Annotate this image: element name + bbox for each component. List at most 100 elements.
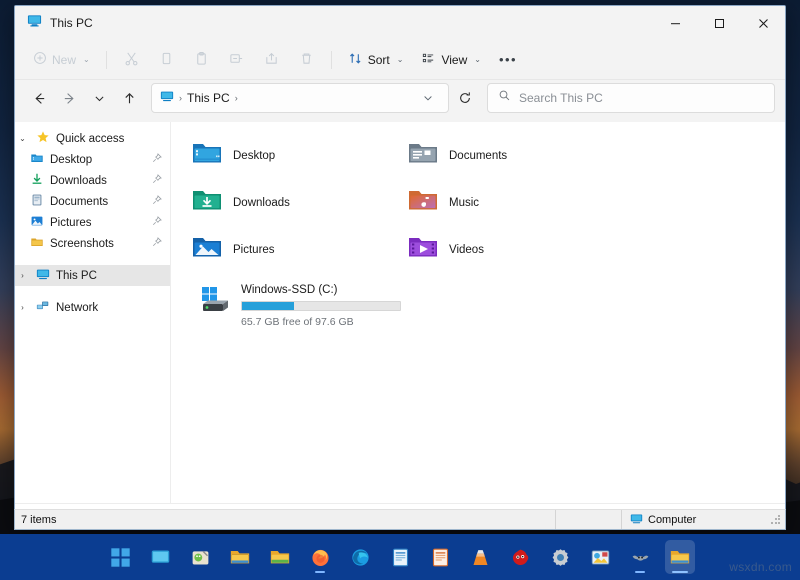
downloads-icon — [30, 172, 44, 189]
sidebar-item-quick-access[interactable]: ⌄ Quick access — [15, 128, 170, 149]
pin-icon[interactable] — [152, 237, 162, 250]
sidebar-spacer — [15, 254, 170, 265]
item-label: Desktop — [233, 150, 275, 162]
clipboard-icon — [194, 51, 209, 69]
taskbar-file-explorer-pinned[interactable] — [225, 540, 255, 574]
sidebar-item-desktop[interactable]: Desktop — [30, 149, 170, 170]
pin-icon[interactable] — [152, 216, 162, 229]
breadcrumb-item-this-pc[interactable]: This PC — [187, 91, 230, 105]
close-button[interactable] — [741, 6, 785, 40]
taskbar-vlc[interactable] — [465, 540, 495, 574]
share-button[interactable] — [255, 46, 288, 74]
documents-icon — [30, 193, 44, 210]
rename-icon — [229, 51, 244, 69]
outer-status-zone: Computer — [622, 512, 770, 528]
drive-label: Windows-SSD (C:) — [241, 284, 401, 296]
pin-icon[interactable] — [152, 153, 162, 166]
sidebar-item-screenshots[interactable]: Screenshots — [30, 233, 170, 254]
pin-icon[interactable] — [152, 195, 162, 208]
pin-icon[interactable] — [152, 174, 162, 187]
sidebar-label: Desktop — [50, 154, 146, 166]
running-indicator — [672, 571, 688, 574]
taskbar-paint[interactable] — [585, 540, 615, 574]
rename-button[interactable] — [220, 46, 253, 74]
address-bar[interactable]: › This PC › — [151, 83, 449, 113]
pictures-folder-icon — [191, 231, 223, 268]
sort-button[interactable]: Sort ⌄ — [340, 46, 412, 74]
cut-button[interactable] — [115, 46, 148, 74]
sidebar-item-pictures[interactable]: Pictures — [30, 212, 170, 233]
taskbar-file-manager[interactable] — [265, 540, 295, 574]
chevron-down-icon: ⌄ — [397, 55, 404, 64]
copy-button[interactable] — [150, 46, 183, 74]
chevron-right-icon[interactable]: › — [15, 303, 30, 312]
forward-button[interactable] — [55, 84, 83, 112]
maximize-button[interactable] — [697, 6, 741, 40]
paste-button[interactable] — [185, 46, 218, 74]
address-dropdown-button[interactable] — [414, 84, 442, 112]
sort-button-label: Sort — [368, 53, 390, 67]
item-videos[interactable]: Videos — [399, 226, 615, 273]
scissors-icon — [124, 51, 139, 69]
plus-circle-icon — [33, 51, 47, 68]
taskbar-writer[interactable] — [385, 540, 415, 574]
chevron-down-icon: ⌄ — [83, 55, 90, 64]
item-downloads[interactable]: Downloads — [183, 179, 399, 226]
search-box[interactable]: Search This PC — [487, 83, 775, 113]
view-button[interactable]: View ⌄ — [413, 46, 489, 74]
taskbar-app-green[interactable] — [185, 540, 215, 574]
drive-free-space: 65.7 GB free of 97.6 GB — [241, 316, 401, 328]
minimize-button[interactable] — [653, 6, 697, 40]
taskbar-app-dark[interactable] — [625, 540, 655, 574]
sidebar-item-this-pc[interactable]: › This PC — [15, 265, 170, 286]
taskbar-calc[interactable] — [425, 540, 455, 574]
more-options-button[interactable]: ••• — [491, 46, 525, 74]
sidebar-item-network[interactable]: › Network — [15, 297, 170, 318]
item-label: Music — [449, 197, 479, 209]
taskbar-settings[interactable] — [545, 540, 575, 574]
item-windows-ssd-c[interactable]: Windows-SSD (C:) 65.7 GB free of 97.6 GB — [191, 279, 406, 332]
running-indicator — [635, 571, 645, 574]
view-button-label: View — [441, 53, 467, 67]
resize-grip[interactable] — [770, 514, 782, 526]
chevron-down-icon[interactable]: ⌄ — [15, 134, 30, 143]
downloads-folder-icon — [191, 184, 223, 221]
item-documents[interactable]: Documents — [399, 132, 615, 179]
sidebar-label: Downloads — [50, 175, 146, 187]
ellipsis-icon: ••• — [499, 52, 517, 67]
search-input[interactable]: Search This PC — [519, 91, 603, 105]
explorer-body: ⌄ Quick access Desktop — [15, 122, 785, 503]
star-icon — [36, 130, 50, 147]
taskbar-start-button[interactable] — [105, 540, 135, 574]
title-bar: This PC — [15, 6, 785, 40]
recent-locations-button[interactable] — [85, 84, 113, 112]
sidebar-item-documents[interactable]: Documents — [30, 191, 170, 212]
taskbar-file-explorer-active[interactable] — [665, 540, 695, 574]
computer-icon — [27, 13, 42, 33]
navigation-bar: › This PC › Search This PC — [15, 80, 785, 122]
outer-status-bar: 7 items Computer — [14, 509, 786, 530]
item-music[interactable]: Music — [399, 179, 615, 226]
navigation-pane: ⌄ Quick access Desktop — [15, 122, 171, 503]
taskbar-gimp[interactable] — [505, 540, 535, 574]
content-pane[interactable]: Desktop Documents — [171, 122, 785, 503]
refresh-button[interactable] — [451, 84, 479, 112]
new-button[interactable]: New ⌄ — [25, 46, 98, 74]
pictures-icon — [30, 214, 44, 231]
delete-button[interactable] — [290, 46, 323, 74]
toolbar-divider-2 — [331, 51, 332, 69]
item-desktop[interactable]: Desktop — [183, 132, 399, 179]
taskbar-firefox[interactable] — [305, 540, 335, 574]
chevron-right-icon[interactable]: › — [15, 271, 30, 280]
item-label: Videos — [449, 244, 484, 256]
music-folder-icon — [407, 184, 439, 221]
breadcrumb-separator-2[interactable]: › — [235, 93, 238, 103]
sidebar-item-downloads[interactable]: Downloads — [30, 170, 170, 191]
taskbar-edge[interactable] — [345, 540, 375, 574]
capacity-bar — [241, 301, 401, 311]
taskbar-task-view-button[interactable] — [145, 540, 175, 574]
back-button[interactable] — [25, 84, 53, 112]
up-button[interactable] — [115, 84, 143, 112]
file-explorer-window: This PC New ⌄ — [14, 5, 786, 528]
item-pictures[interactable]: Pictures — [183, 226, 399, 273]
